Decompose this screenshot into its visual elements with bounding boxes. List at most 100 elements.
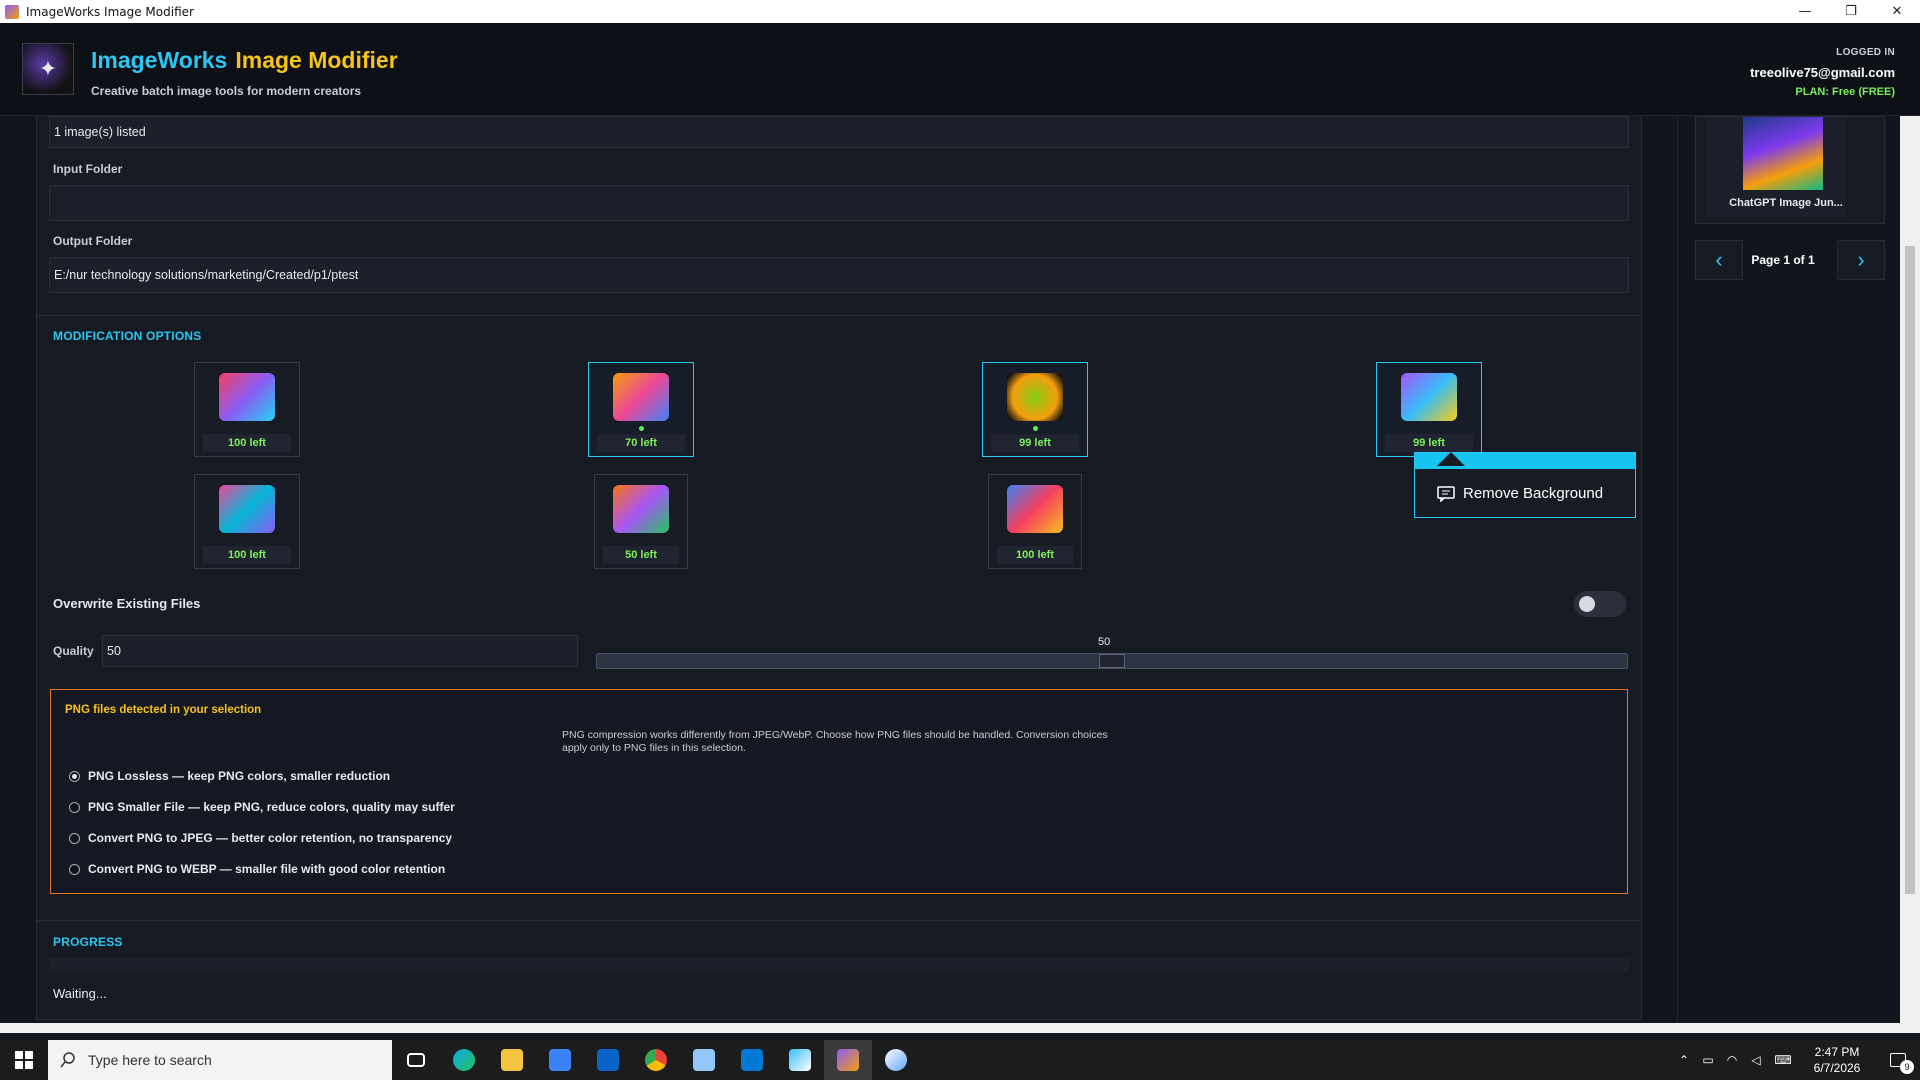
- next-page-button[interactable]: ›: [1837, 240, 1885, 280]
- app-header: ✦ ImageWorks Image Modifier Creative batc…: [0, 23, 1920, 116]
- search-placeholder: Type here to search: [88, 1052, 212, 1068]
- comment-icon: [1437, 485, 1455, 502]
- overwrite-toggle[interactable]: [1574, 591, 1626, 617]
- clock-time: 2:47 PM: [1814, 1045, 1860, 1059]
- chevron-up-icon[interactable]: ⌃: [1672, 1040, 1696, 1080]
- clock-date: 6/7/2026: [1813, 1061, 1861, 1075]
- start-button[interactable]: [0, 1040, 48, 1080]
- tool-tile-2[interactable]: 70 left: [588, 362, 694, 457]
- brand-title: ImageWorks Image Modifier: [91, 47, 398, 74]
- tool-tile-6[interactable]: 50 left: [594, 474, 688, 569]
- account-panel: LOGGED IN treeolive75@gmail.com PLAN: Fr…: [1750, 47, 1895, 98]
- tool-uses-left: 50 left: [603, 546, 679, 564]
- device-icon[interactable]: ▭: [1696, 1040, 1720, 1080]
- tool-tile-5[interactable]: 100 left: [194, 474, 300, 569]
- quality-slider-value: 50: [1098, 636, 1111, 648]
- progress-bar: [49, 958, 1629, 972]
- tooltip-notch: [1437, 452, 1465, 466]
- imageworks-taskbar-icon[interactable]: [824, 1040, 872, 1080]
- task-view-icon[interactable]: [392, 1040, 440, 1080]
- tool-uses-left: 100 left: [203, 546, 291, 564]
- notifications-icon[interactable]: 9: [1876, 1040, 1920, 1080]
- tool-art-icon: [1007, 373, 1063, 421]
- tool-tile-3[interactable]: 99 left: [982, 362, 1088, 457]
- output-folder-label: Output Folder: [53, 234, 133, 248]
- minimize-button[interactable]: —: [1782, 0, 1828, 23]
- notepad-icon[interactable]: [680, 1040, 728, 1080]
- scrollbar-thumb[interactable]: [1905, 246, 1915, 894]
- restore-button[interactable]: ❐: [1828, 0, 1874, 23]
- taskbar-search[interactable]: Type here to search: [48, 1040, 392, 1080]
- app-icon: [5, 4, 19, 19]
- thumbnail-frame: ChatGPT Image Jun...: [1706, 117, 1846, 217]
- prev-page-button[interactable]: ‹: [1695, 240, 1743, 280]
- png-option-lossless[interactable]: PNG Lossless — keep PNG colors, smaller …: [69, 769, 390, 783]
- app-launcher-icon[interactable]: [776, 1040, 824, 1080]
- remove-background-tooltip: Remove Background: [1414, 452, 1636, 518]
- png-option-convert-jpeg[interactable]: Convert PNG to JPEG — better color reten…: [69, 831, 452, 845]
- app-logo: ✦: [22, 43, 74, 95]
- horizontal-scrollbar[interactable]: [0, 1023, 1900, 1033]
- edge-icon[interactable]: [440, 1040, 488, 1080]
- quality-slider-thumb[interactable]: [1099, 654, 1125, 668]
- tool-uses-left: 70 left: [597, 434, 685, 452]
- input-folder-field[interactable]: [49, 185, 1629, 221]
- user-email: treeolive75@gmail.com: [1750, 65, 1895, 80]
- output-folder-field[interactable]: E:/nur technology solutions/marketing/Cr…: [49, 257, 1629, 293]
- thumbnail-sidebar: ChatGPT Image Jun... ‹ Page 1 of 1 ›: [1677, 116, 1900, 1023]
- radio-button[interactable]: [69, 863, 80, 875]
- store-icon[interactable]: [536, 1040, 584, 1080]
- tool-tile-4-remove-background[interactable]: 99 left: [1376, 362, 1482, 457]
- overwrite-label: Overwrite Existing Files: [53, 596, 201, 611]
- tool-art-icon: [1007, 485, 1063, 533]
- chrome-icon[interactable]: [632, 1040, 680, 1080]
- input-folder-label: Input Folder: [53, 162, 123, 176]
- option-label: PNG Lossless — keep PNG colors, smaller …: [88, 769, 391, 783]
- quality-label: Quality: [53, 644, 94, 658]
- tool-uses-left: 99 left: [1385, 434, 1473, 452]
- keyboard-icon[interactable]: ⌨: [1768, 1040, 1798, 1080]
- file-count-field: 1 image(s) listed: [49, 116, 1629, 148]
- png-option-convert-webp[interactable]: Convert PNG to WEBP — smaller file with …: [69, 862, 445, 876]
- clock[interactable]: 2:47 PM 6/7/2026: [1798, 1044, 1876, 1076]
- logged-in-label: LOGGED IN: [1836, 47, 1895, 58]
- main-panel: 1 image(s) listed Input Folder Output Fo…: [0, 116, 1900, 1023]
- selected-dot: [1033, 426, 1038, 431]
- tool-tile-1[interactable]: 100 left: [194, 362, 300, 457]
- file-explorer-icon[interactable]: [488, 1040, 536, 1080]
- modification-options-title: MODIFICATION OPTIONS: [53, 329, 202, 343]
- tooltip-text: Remove Background: [1463, 485, 1604, 502]
- tool-art-icon: [219, 485, 275, 533]
- png-option-smaller-file[interactable]: PNG Smaller File — keep PNG, reduce colo…: [69, 800, 455, 814]
- radio-button[interactable]: [69, 801, 80, 813]
- tool-tile-7[interactable]: 100 left: [988, 474, 1082, 569]
- windows-taskbar: Type here to search ⌃ ▭ ◠ ◁ ⌨ 2:47 PM 6/…: [0, 1040, 1920, 1080]
- toggle-knob: [1579, 596, 1595, 612]
- volume-icon[interactable]: ◁: [1744, 1040, 1768, 1080]
- progress-status: Waiting...: [53, 986, 107, 1001]
- system-tray: ⌃ ▭ ◠ ◁ ⌨ 2:47 PM 6/7/2026 9: [1672, 1040, 1920, 1080]
- quality-input[interactable]: 50: [102, 635, 578, 667]
- tool-art-icon: [613, 485, 669, 533]
- option-label: Convert PNG to JPEG — better color reten…: [88, 831, 453, 845]
- image-thumbnail-card[interactable]: ChatGPT Image Jun...: [1695, 116, 1885, 224]
- paint-icon[interactable]: [872, 1040, 920, 1080]
- tool-uses-left: 99 left: [991, 434, 1079, 452]
- close-button[interactable]: ✕: [1874, 0, 1920, 23]
- vertical-scrollbar[interactable]: [1900, 116, 1920, 1033]
- outlook-icon[interactable]: [584, 1040, 632, 1080]
- tool-art-icon: [219, 373, 275, 421]
- tool-uses-left: 100 left: [203, 434, 291, 452]
- radio-button[interactable]: [69, 832, 80, 844]
- window-titlebar: ImageWorks Image Modifier — ❐ ✕: [0, 0, 1920, 23]
- tool-art-icon: [1401, 373, 1457, 421]
- option-label: Convert PNG to WEBP — smaller file with …: [88, 862, 446, 876]
- search-icon: [60, 1052, 75, 1068]
- thumbnail-filename: ChatGPT Image Jun...: [1729, 197, 1843, 209]
- selected-dot: [639, 426, 644, 431]
- vscode-icon[interactable]: [728, 1040, 776, 1080]
- wifi-icon[interactable]: ◠: [1720, 1040, 1744, 1080]
- windows-icon: [15, 1051, 33, 1069]
- radio-button[interactable]: [69, 770, 80, 782]
- progress-title: PROGRESS: [53, 935, 123, 949]
